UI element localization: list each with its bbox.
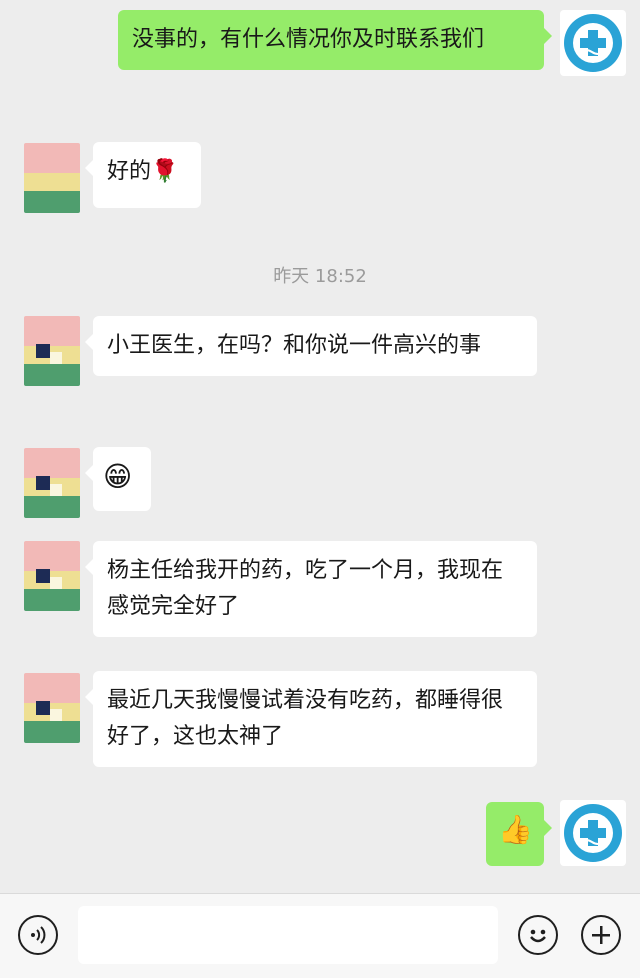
message-bubble[interactable]: 好的🌹: [85, 142, 201, 208]
message-bubble[interactable]: 小王医生，在吗？和你说一件高兴的事: [85, 316, 537, 376]
message-bubble[interactable]: 😁: [85, 447, 151, 511]
message-input[interactable]: [78, 906, 498, 964]
add-icon[interactable]: [581, 915, 621, 955]
message-bubble[interactable]: 杨主任给我开的药，吃了一个月，我现在感觉完全好了: [85, 541, 537, 637]
timestamp: 昨天 18:52: [273, 266, 367, 287]
avatar[interactable]: [24, 448, 80, 518]
avatar[interactable]: [560, 800, 626, 866]
avatar[interactable]: [24, 541, 80, 611]
message-text: 没事的，有什么情况你及时联系我们: [132, 27, 485, 52]
hospital-logo-icon: [564, 14, 622, 72]
avatar[interactable]: [560, 10, 626, 76]
rose-emoji: 🌹: [151, 159, 179, 184]
message-bubble[interactable]: 👍: [486, 802, 552, 866]
hospital-logo-icon: [564, 804, 622, 862]
message-bubble[interactable]: 没事的，有什么情况你及时联系我们: [118, 10, 552, 70]
thumbs-up-emoji: 👍: [498, 813, 533, 846]
message-text: 最近几天我慢慢试着没有吃药，都睡得很好了，这也太神了: [107, 688, 504, 749]
message-bubble[interactable]: 最近几天我慢慢试着没有吃药，都睡得很好了，这也太神了: [85, 671, 537, 767]
input-bar: [0, 893, 640, 978]
emoji-icon[interactable]: [518, 915, 558, 955]
avatar[interactable]: [24, 673, 80, 743]
message-text: 好的: [107, 159, 152, 184]
message-text: 杨主任给我开的药，吃了一个月，我现在感觉完全好了: [107, 558, 504, 619]
grin-emoji: 😁: [103, 460, 133, 493]
voice-icon[interactable]: [18, 915, 58, 955]
message-text: 小王医生，在吗？和你说一件高兴的事: [107, 333, 482, 358]
avatar[interactable]: [24, 316, 80, 386]
avatar[interactable]: [24, 143, 80, 213]
